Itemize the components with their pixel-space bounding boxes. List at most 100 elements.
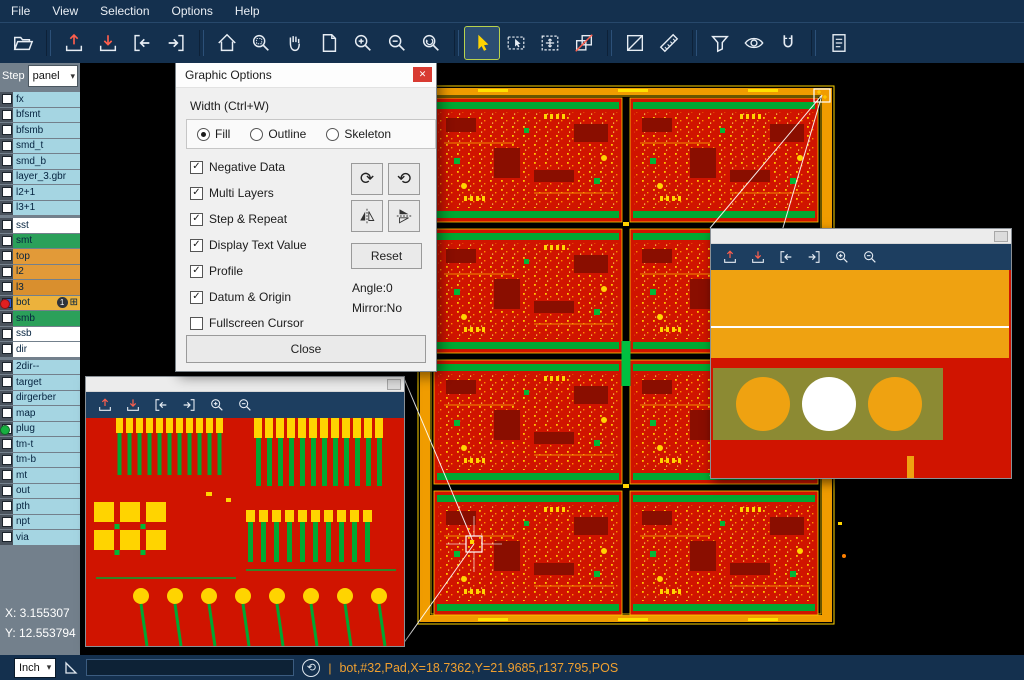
export-button[interactable] bbox=[159, 27, 193, 59]
reset-button[interactable]: Reset bbox=[351, 243, 422, 269]
layer-row[interactable]: target ⊞ bbox=[0, 375, 80, 390]
magnifier-window-bottom[interactable] bbox=[85, 376, 405, 647]
layer-visibility-checkbox[interactable] bbox=[2, 125, 12, 135]
window-button-icon[interactable] bbox=[387, 379, 401, 390]
layer-checkbox-cell[interactable] bbox=[0, 311, 13, 326]
layer-row[interactable]: sst ⊞ bbox=[0, 218, 80, 233]
export-button[interactable] bbox=[805, 248, 823, 266]
rectangle-select-button[interactable] bbox=[499, 27, 533, 59]
layer-row[interactable]: via ⊞ bbox=[0, 530, 80, 545]
layer-checkbox-cell[interactable] bbox=[0, 375, 13, 390]
refresh-circle-icon[interactable]: ⟲ bbox=[302, 659, 320, 677]
layer-name-cell[interactable]: 2dir-- ⊞ bbox=[13, 360, 80, 375]
option-checkbox-row[interactable]: ✓ Fullscreen Cursor bbox=[190, 317, 307, 329]
layer-visibility-checkbox[interactable] bbox=[2, 344, 12, 354]
layer-checkbox-cell[interactable] bbox=[0, 234, 13, 249]
layer-name-cell[interactable]: bfsmt ⊞ bbox=[13, 108, 80, 123]
input-down-button[interactable] bbox=[124, 396, 142, 414]
magnifier-titlebar[interactable] bbox=[711, 229, 1011, 244]
layer-checkbox-cell[interactable] bbox=[0, 530, 13, 545]
layer-row[interactable]: npt ⊞ bbox=[0, 515, 80, 530]
layer-name-cell[interactable]: out ⊞ bbox=[13, 484, 80, 499]
zoom-in-button[interactable] bbox=[346, 27, 380, 59]
layer-visibility-checkbox[interactable] bbox=[2, 110, 12, 120]
layer-name-cell[interactable]: smd_t ⊞ bbox=[13, 139, 80, 154]
magnifier-view-right[interactable] bbox=[711, 270, 1011, 478]
layer-name-cell[interactable]: bot 1 ⊞ bbox=[13, 296, 80, 311]
checkbox[interactable]: ✓ bbox=[190, 317, 203, 330]
fill-mode-radio-row[interactable]: Outline bbox=[250, 127, 306, 141]
group-select-button[interactable] bbox=[533, 27, 567, 59]
layer-name-cell[interactable]: smt ⊞ bbox=[13, 234, 80, 249]
layer-row[interactable]: l2+1 ⊞ bbox=[0, 185, 80, 200]
layer-checkbox-cell[interactable] bbox=[0, 92, 13, 107]
option-checkbox-row[interactable]: ✓ Profile bbox=[190, 265, 307, 277]
mirror-horizontal-button[interactable] bbox=[351, 200, 383, 232]
zoom-in-button[interactable] bbox=[833, 248, 851, 266]
layer-row[interactable]: 2dir-- ⊞ bbox=[0, 360, 80, 375]
layer-name-cell[interactable]: bfsmb ⊞ bbox=[13, 123, 80, 138]
layer-name-cell[interactable]: fx ⊞ bbox=[13, 92, 80, 107]
option-checkbox-row[interactable]: ✓ Step & Repeat bbox=[190, 213, 307, 225]
ruler-button[interactable] bbox=[652, 27, 686, 59]
layer-row[interactable]: smd_b ⊞ bbox=[0, 154, 80, 169]
toolbar-separator[interactable] bbox=[607, 30, 612, 56]
Selection[interactable]: Selection bbox=[89, 0, 160, 22]
toolbar-separator[interactable] bbox=[46, 30, 51, 56]
layer-visibility-checkbox[interactable] bbox=[2, 393, 12, 403]
layer-checkbox-cell[interactable] bbox=[0, 154, 13, 169]
output-up-button[interactable] bbox=[96, 396, 114, 414]
snap-button[interactable] bbox=[771, 27, 805, 59]
layer-row[interactable]: pth ⊞ bbox=[0, 499, 80, 514]
layer-checkbox-cell[interactable] bbox=[0, 185, 13, 200]
layer-visibility-checkbox[interactable] bbox=[2, 517, 12, 527]
radio-button[interactable] bbox=[197, 128, 210, 141]
layer-row[interactable]: top ⊞ bbox=[0, 249, 80, 264]
zoom-previous-button[interactable] bbox=[414, 27, 448, 59]
layer-name-cell[interactable]: l2 ⊞ bbox=[13, 265, 80, 280]
layer-checkbox-cell[interactable] bbox=[0, 170, 13, 185]
layer-row[interactable]: smd_t ⊞ bbox=[0, 139, 80, 154]
layer-name-cell[interactable]: tm-t ⊞ bbox=[13, 437, 80, 452]
rotate-cw-button[interactable]: ⟳ bbox=[351, 163, 383, 195]
option-checkbox-row[interactable]: ✓ Display Text Value bbox=[190, 239, 307, 251]
layer-checkbox-cell[interactable] bbox=[0, 280, 13, 295]
toolbar-separator[interactable] bbox=[692, 30, 697, 56]
magnifier-view-bottom[interactable] bbox=[86, 418, 404, 646]
layer-checkbox-cell[interactable] bbox=[0, 484, 13, 499]
magnifier-window-right[interactable] bbox=[710, 228, 1012, 479]
rotate-ccw-button[interactable]: ⟲ bbox=[388, 163, 420, 195]
checkbox[interactable]: ✓ bbox=[190, 291, 203, 304]
radio-button[interactable] bbox=[326, 128, 339, 141]
select-tool-button[interactable] bbox=[465, 27, 499, 59]
layer-row[interactable]: layer_3.gbr ⊞ bbox=[0, 170, 80, 185]
dialog-titlebar[interactable]: Graphic Options ✕ bbox=[176, 63, 436, 88]
layer-checkbox-cell[interactable] bbox=[0, 342, 13, 357]
option-checkbox-row[interactable]: ✓ Negative Data bbox=[190, 161, 307, 173]
layer-name-cell[interactable]: top ⊞ bbox=[13, 249, 80, 264]
checkbox[interactable]: ✓ bbox=[190, 187, 203, 200]
layer-checkbox-cell[interactable] bbox=[0, 218, 13, 233]
layer-visibility-checkbox[interactable] bbox=[2, 329, 12, 339]
View[interactable]: View bbox=[41, 0, 89, 22]
layer-row[interactable]: out ⊞ bbox=[0, 484, 80, 499]
layer-visibility-checkbox[interactable] bbox=[2, 486, 12, 496]
Help[interactable]: Help bbox=[224, 0, 271, 22]
zoom-out-button[interactable] bbox=[236, 396, 254, 414]
export-button[interactable] bbox=[180, 396, 198, 414]
layer-checkbox-cell[interactable] bbox=[0, 201, 13, 216]
filter-button[interactable] bbox=[703, 27, 737, 59]
zoom-out-button[interactable] bbox=[861, 248, 879, 266]
dialog-close-action-button[interactable]: Close bbox=[186, 335, 426, 363]
layer-row[interactable]: mt ⊞ bbox=[0, 468, 80, 483]
layer-row[interactable]: bot 1 ⊞ bbox=[0, 296, 80, 311]
option-checkbox-row[interactable]: ✓ Multi Layers bbox=[190, 187, 307, 199]
zoom-window-button[interactable] bbox=[244, 27, 278, 59]
layer-row[interactable]: bfsmb ⊞ bbox=[0, 123, 80, 138]
layer-row[interactable]: tm-b ⊞ bbox=[0, 453, 80, 468]
layer-visibility-checkbox[interactable] bbox=[2, 455, 12, 465]
layer-row[interactable]: l3+1 ⊞ bbox=[0, 201, 80, 216]
fill-mode-radio-row[interactable]: Skeleton bbox=[326, 127, 391, 141]
layer-checkbox-cell[interactable] bbox=[0, 453, 13, 468]
layer-row[interactable]: ssb ⊞ bbox=[0, 327, 80, 342]
